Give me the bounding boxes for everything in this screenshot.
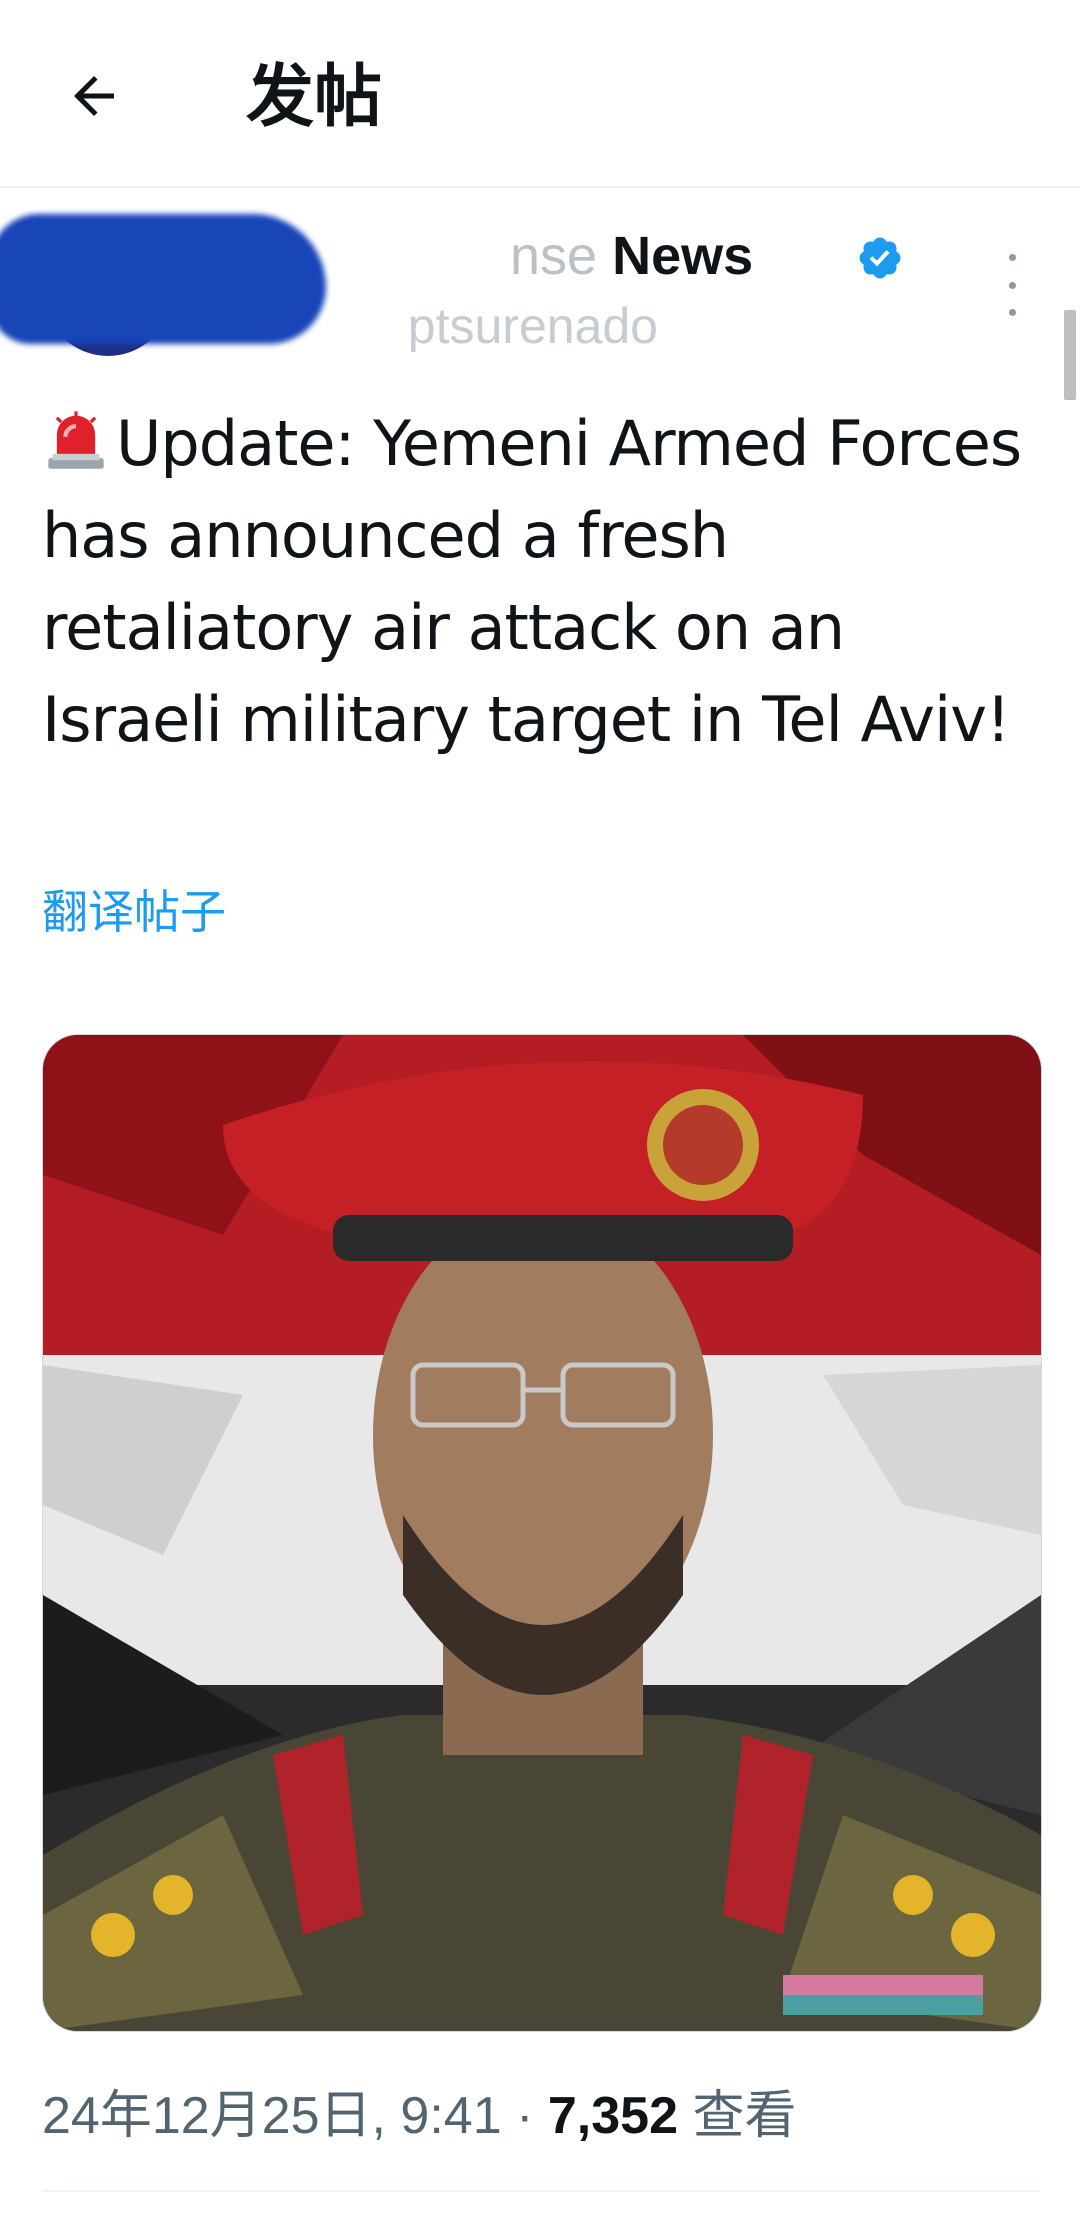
more-options-button[interactable] xyxy=(990,254,1034,316)
redaction-scribble xyxy=(0,214,326,344)
arrow-left-icon xyxy=(74,76,114,116)
author-handle: ptsurenado xyxy=(407,300,658,352)
back-button[interactable] xyxy=(52,54,136,138)
post-text: Update: Yemeni Armed Forces has announce… xyxy=(42,407,1022,756)
divider xyxy=(42,2190,1040,2192)
post-body: Update: Yemeni Armed Forces has announce… xyxy=(42,398,1042,766)
translate-post-link[interactable]: 翻译帖子 xyxy=(42,880,226,944)
police-siren-icon xyxy=(48,411,104,469)
top-app-bar: 发帖 xyxy=(0,0,1080,188)
views-label: 查看 xyxy=(692,2087,797,2145)
author-name-visible: News xyxy=(612,226,754,286)
verified-badge-icon xyxy=(859,237,901,279)
portrait-image xyxy=(43,1035,1041,2031)
page-title: 发帖 xyxy=(246,58,383,137)
author-name-faded: nse xyxy=(510,226,598,286)
scrollbar-thumb[interactable] xyxy=(1064,310,1076,400)
post-timestamp[interactable]: 24年12月25日, 9:41 xyxy=(42,2087,502,2145)
author-name[interactable]: nse News xyxy=(510,226,753,286)
views-count: 7,352 xyxy=(547,2087,678,2145)
post-image[interactable] xyxy=(42,1034,1042,2032)
post-meta: 24年12月25日, 9:41 · 7,352 查看 xyxy=(42,2082,796,2150)
more-vertical-icon xyxy=(1008,254,1016,261)
meta-separator: · xyxy=(516,2087,534,2145)
